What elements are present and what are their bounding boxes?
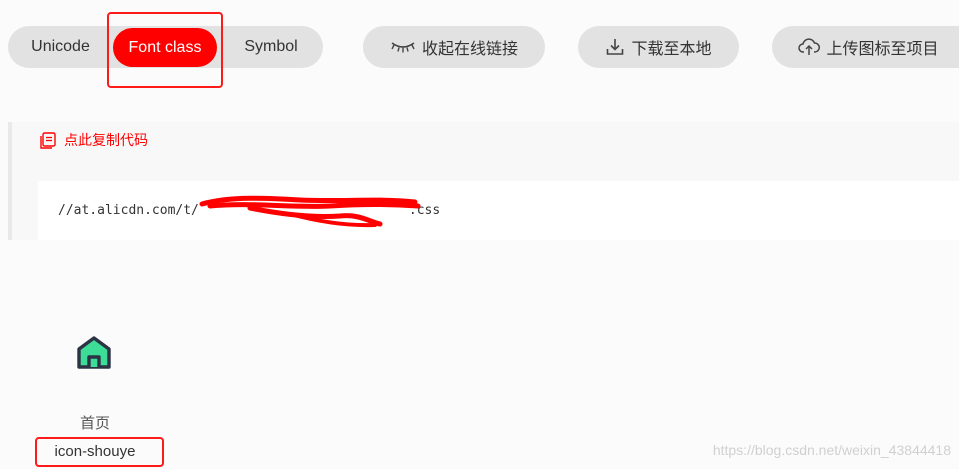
upload-to-project-button[interactable]: 上传图标至项目 [772,26,959,68]
font-css-url-start: //at.alicdn.com/t/ [58,203,199,218]
download-local-label: 下载至本地 [631,41,712,58]
copy-icon [40,132,56,149]
copy-code-label: 点此复制代码 [64,132,148,148]
tab-symbol[interactable]: Symbol [226,26,316,68]
watermark: https://blog.csdn.net/weixin_43844418 [712,442,951,458]
cloud-upload-icon [798,38,821,55]
tab-unicode[interactable]: Unicode [8,26,113,68]
icon-name-label: 首页 [79,415,110,432]
eye-closed-icon [391,42,415,53]
icon-class-name[interactable]: icon-shouye [34,443,156,460]
collapse-online-link-button[interactable]: 收起在线链接 [363,26,545,68]
font-css-url-end: .css [408,203,441,218]
house-icon [77,336,111,369]
copy-code-link[interactable]: 点此复制代码 [38,130,148,150]
download-local-button[interactable]: 下载至本地 [578,26,739,68]
font-css-url: //at.alicdn.com/t/ .css [58,203,440,218]
tab-font-class[interactable]: Font class [113,28,217,67]
collapse-online-link-label: 收起在线链接 [421,41,518,58]
download-icon [607,39,624,55]
upload-to-project-label: 上传图标至项目 [826,41,939,58]
